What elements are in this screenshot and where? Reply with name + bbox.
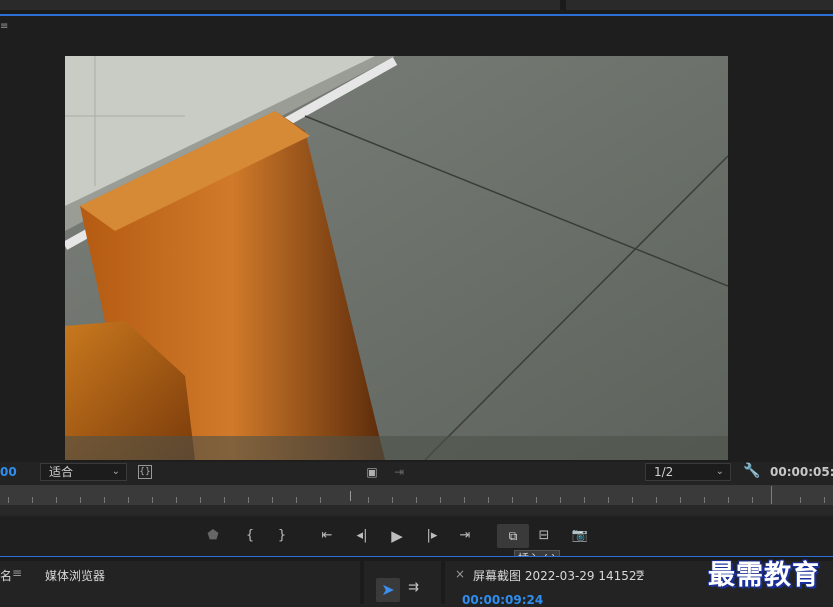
step-back-icon[interactable]: ◂| xyxy=(351,527,373,545)
tab-sequence[interactable]: 屏幕截图 2022-03-29 141522 xyxy=(473,567,644,584)
go-to-in-icon[interactable]: ⇤ xyxy=(316,527,338,545)
settings-bracket-icon[interactable]: {} xyxy=(138,465,152,479)
playback-resolution-value: 1/2 xyxy=(654,465,674,479)
playhead-marker[interactable] xyxy=(771,486,772,504)
insert-button[interactable]: ⧉ xyxy=(497,524,529,548)
play-icon[interactable]: ▶ xyxy=(386,527,408,545)
zoom-level-select[interactable]: 适合 ⌄ xyxy=(40,463,127,481)
insert-icon: ⧉ xyxy=(508,529,518,543)
duration-timecode: 00:00:05:0 xyxy=(770,465,833,479)
top-bar-segment xyxy=(0,0,560,10)
mini-timeline-ruler[interactable] xyxy=(0,485,833,505)
selection-tool-icon[interactable]: ➤ xyxy=(376,578,400,602)
chevron-down-icon: ⌄ xyxy=(715,466,724,477)
tab-project[interactable]: 名 xyxy=(0,567,12,584)
go-to-out-icon[interactable]: ⇥ xyxy=(454,527,476,545)
playback-resolution-select[interactable]: 1/2 ⌄ xyxy=(645,463,731,481)
playhead-timecode[interactable]: 00 xyxy=(0,465,17,479)
transport-controls xyxy=(0,517,833,557)
mark-in-icon[interactable]: { xyxy=(239,527,261,545)
chevron-down-icon: ⌄ xyxy=(111,466,120,477)
panel-menu-icon[interactable]: ≡ xyxy=(12,566,22,580)
wrench-icon[interactable]: 🔧 xyxy=(743,464,760,480)
mark-out-icon[interactable]: } xyxy=(271,527,293,545)
tab-media-browser[interactable]: 媒体浏览器 xyxy=(45,567,105,584)
top-bar xyxy=(0,0,833,14)
overwrite-icon[interactable]: ⊟ xyxy=(533,527,555,545)
video-image xyxy=(65,56,728,460)
camera-icon[interactable]: 📷 xyxy=(569,527,591,545)
safe-margins-icon[interactable]: ▣ xyxy=(366,465,378,479)
zoom-level-value: 适合 xyxy=(49,465,74,479)
video-frame xyxy=(65,56,728,460)
sequence-timecode[interactable]: 00:00:09:24 xyxy=(462,593,543,607)
panel-menu-icon[interactable]: ≡ xyxy=(0,22,8,32)
project-panel: 名 ≡ 媒体浏览器 xyxy=(0,561,360,604)
top-bar-segment xyxy=(566,0,833,10)
zoom-scrollbar[interactable] xyxy=(0,505,833,515)
step-forward-icon[interactable]: |▸ xyxy=(421,527,443,545)
watermark: 最需教育 xyxy=(708,560,820,591)
panel-menu-icon[interactable]: ≡ xyxy=(635,566,645,580)
track-select-tool-icon[interactable]: ⇉ xyxy=(408,580,419,595)
comparison-view-icon[interactable]: ⇥ xyxy=(392,465,406,479)
add-marker-icon[interactable]: ⬟ xyxy=(202,527,224,545)
close-icon[interactable]: × xyxy=(455,567,465,581)
